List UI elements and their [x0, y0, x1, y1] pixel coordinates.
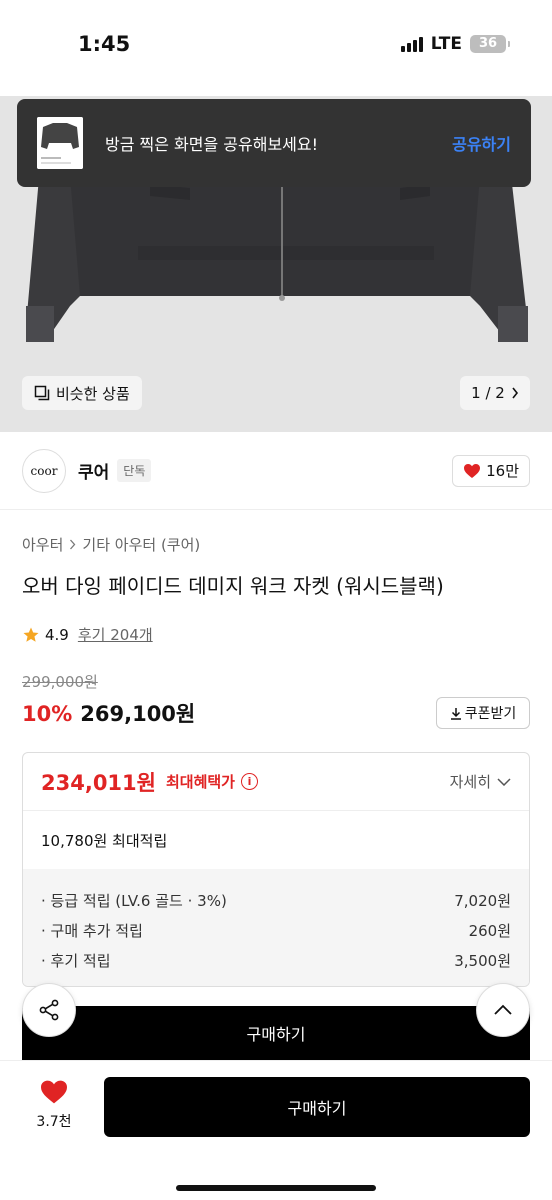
rating-score: 4.9 [45, 625, 69, 644]
product-title: 오버 다잉 페이디드 데미지 워크 자켓 (워시드블랙) [22, 574, 444, 598]
share-icon [39, 999, 59, 1021]
status-time: 1:45 [78, 32, 131, 56]
status-indicators: LTE 36 [400, 34, 510, 54]
detail-toggle[interactable]: 자세히 [450, 771, 511, 792]
coupon-button[interactable]: 쿠폰받기 [436, 697, 530, 729]
coupon-label: 쿠폰받기 [464, 706, 517, 722]
points-item-label: · 등급 적립 (LV.6 골드 · 3%) [41, 891, 227, 910]
original-price: 299,000원 [22, 673, 98, 691]
points-summary: 10,780원 최대적립 [41, 831, 168, 850]
download-icon [450, 707, 461, 720]
status-bar: 1:45 LTE 36 [0, 0, 552, 96]
info-icon[interactable]: i [240, 773, 258, 790]
list-item: · 등급 적립 (LV.6 골드 · 3%) 7,020원 [41, 885, 511, 915]
star-icon [23, 627, 39, 642]
brand-like-count: 16만 [486, 462, 519, 480]
review-count-link[interactable]: 후기 204개 [78, 624, 153, 645]
price-row: 10% 269,100원 [22, 698, 195, 728]
exclusive-badge: 단독 [117, 459, 152, 482]
heart-icon [41, 1080, 67, 1104]
max-benefit-label: 최대혜택가 [165, 773, 235, 791]
points-item-label: · 후기 적립 [41, 951, 111, 970]
list-item: · 후기 적립 3,500원 [41, 945, 511, 975]
breadcrumb-item[interactable]: 아우터 [22, 534, 63, 555]
image-pager[interactable]: 1 / 2 [460, 376, 530, 410]
thumbnail-image [37, 117, 83, 169]
breadcrumb: 아우터 기타 아우터 (쿠어) [22, 534, 200, 555]
brand-row: coor 쿠어 단독 16만 [0, 432, 552, 510]
discount-rate: 10% [22, 702, 73, 726]
toast-message: 방금 찍은 화면을 공유해보세요! [105, 135, 319, 154]
signal-icon [400, 36, 423, 52]
chevron-down-icon [497, 777, 511, 786]
brand-name[interactable]: 쿠어 [78, 458, 109, 483]
toast-share-button[interactable]: 공유하기 [452, 131, 511, 155]
points-item-value: 260원 [468, 921, 511, 940]
similar-products-button[interactable]: 비슷한 상품 [22, 376, 142, 410]
chevron-right-icon [512, 387, 518, 399]
network-label: LTE [430, 34, 462, 54]
similar-icon [34, 385, 50, 401]
detail-label: 자세히 [449, 773, 491, 791]
breadcrumb-item[interactable]: 기타 아우터 (쿠어) [82, 534, 200, 555]
home-indicator [176, 1185, 376, 1191]
benefit-header[interactable]: 234,011원 최대혜택가 i 자세히 [23, 753, 529, 811]
bottom-action-bar: 3.7천 구매하기 [0, 1060, 552, 1200]
inline-buy-button[interactable]: 구매하기 [22, 1006, 530, 1060]
pager-text: 1 / 2 [471, 384, 505, 402]
share-toast: 방금 찍은 화면을 공유해보세요! 공유하기 [17, 99, 531, 187]
brand-like-button[interactable]: 16만 [452, 454, 530, 487]
rating: 4.9 후기 204개 [22, 624, 153, 645]
brand-logo[interactable]: coor [22, 448, 66, 493]
benefit-box: 234,011원 최대혜택가 i 자세히 10,780원 최대적립 · 등급 적… [22, 752, 530, 987]
points-item-label: · 구매 추가 적립 [41, 921, 143, 940]
points-item-value: 7,020원 [454, 891, 511, 910]
sale-price: 269,100원 [80, 702, 196, 726]
heart-icon [464, 463, 481, 478]
chevron-right-icon [70, 539, 76, 550]
bottom-like-button[interactable]: 3.7천 [26, 1079, 82, 1131]
screenshot-thumbnail[interactable] [37, 117, 83, 169]
list-item: · 구매 추가 적립 260원 [41, 915, 511, 945]
buy-button[interactable]: 구매하기 [104, 1077, 530, 1137]
similar-label: 비슷한 상품 [56, 384, 130, 403]
points-breakdown: · 등급 적립 (LV.6 골드 · 3%) 7,020원 · 구매 추가 적립… [23, 869, 529, 986]
scroll-top-button[interactable] [476, 983, 530, 1037]
max-benefit-price: 234,011원 [41, 770, 156, 795]
points-item-value: 3,500원 [454, 951, 511, 970]
bottom-like-count: 3.7천 [36, 1114, 72, 1130]
chevron-up-icon [494, 1004, 512, 1015]
battery-icon: 36 [470, 35, 510, 53]
share-button[interactable] [22, 983, 76, 1037]
